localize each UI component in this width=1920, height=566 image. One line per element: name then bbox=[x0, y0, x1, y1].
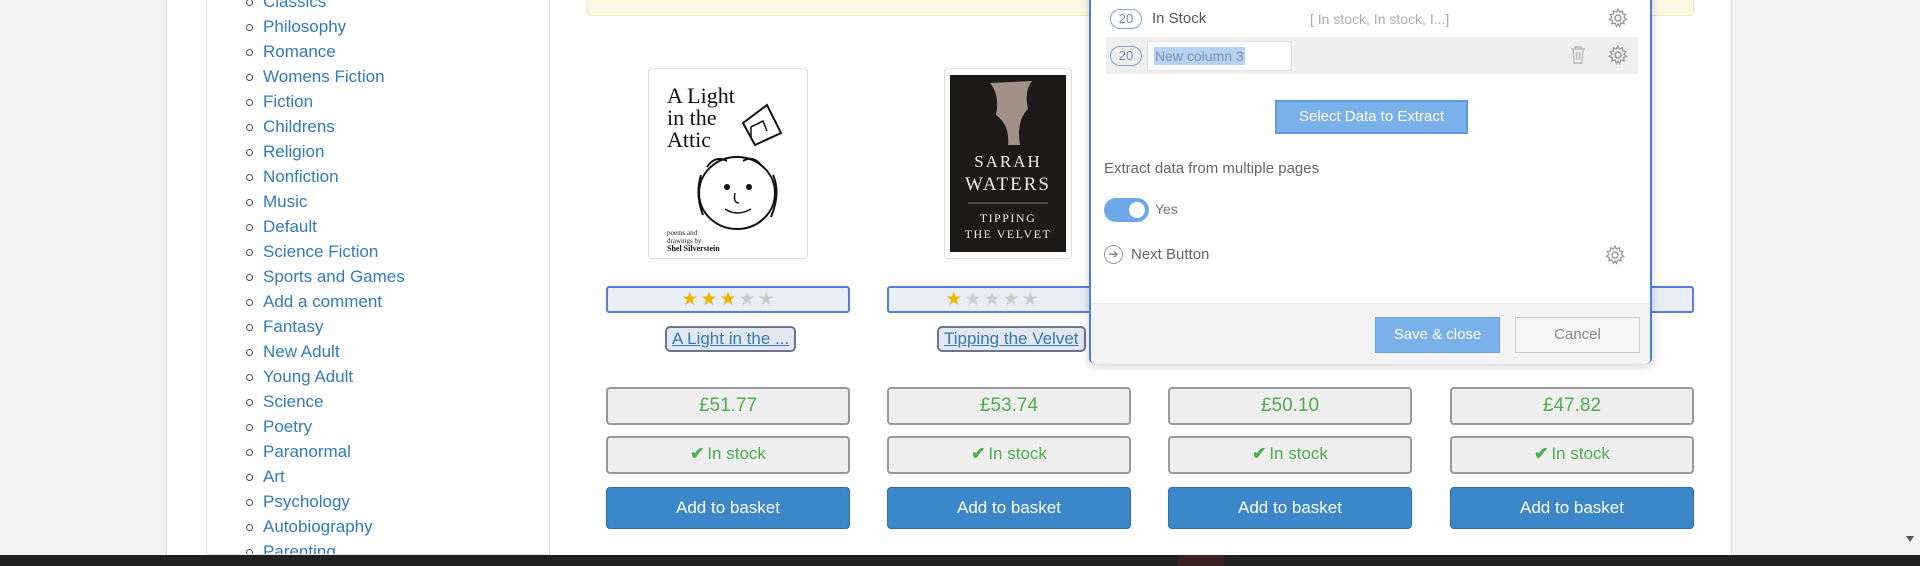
add-to-basket-button[interactable]: Add to basket bbox=[606, 487, 850, 529]
category-link[interactable]: Nonfiction bbox=[245, 164, 405, 189]
cover-author: SARAH bbox=[974, 152, 1042, 171]
cover-title-line: TIPPING bbox=[980, 211, 1037, 225]
category-link[interactable]: Music bbox=[245, 189, 405, 214]
extract-data-dialog: 20 In Stock [ In stock, In stock, I...] … bbox=[1089, 0, 1652, 364]
star-icon: ★ bbox=[945, 289, 963, 310]
taskbar bbox=[0, 555, 1920, 566]
cover-byline: Shel Silverstein bbox=[667, 244, 720, 252]
save-close-button[interactable]: Save & close bbox=[1375, 317, 1500, 353]
trash-icon[interactable] bbox=[1569, 45, 1587, 65]
cover-author: WATERS bbox=[965, 174, 1051, 195]
cover-byline: poems and bbox=[667, 229, 698, 237]
cover-title-line: THE VELVET bbox=[965, 227, 1052, 241]
star-icon: ★ bbox=[681, 289, 699, 310]
category-link[interactable]: Default bbox=[245, 214, 405, 239]
multi-page-label: Extract data from multiple pages bbox=[1104, 160, 1320, 177]
availability-text: In stock bbox=[1269, 444, 1328, 463]
star-icon: ★ bbox=[1002, 289, 1020, 310]
category-link[interactable]: Fiction bbox=[245, 89, 405, 114]
column-count-badge: 20 bbox=[1110, 45, 1142, 66]
check-icon: ✔ bbox=[971, 444, 986, 463]
availability-text: In stock bbox=[1551, 444, 1610, 463]
gear-icon[interactable] bbox=[1605, 245, 1625, 265]
dialog-footer: Save & close Cancel bbox=[1091, 303, 1650, 364]
category-link[interactable]: Poetry bbox=[245, 414, 405, 439]
star-icon: ★ bbox=[983, 289, 1001, 310]
cancel-button[interactable]: Cancel bbox=[1515, 317, 1640, 353]
scroll-down-arrow-icon[interactable] bbox=[1906, 536, 1914, 542]
toggle-knob bbox=[1129, 202, 1145, 218]
column-preview: [ In stock, In stock, I...] bbox=[1310, 10, 1450, 27]
availability: ✔ In stock bbox=[606, 436, 850, 474]
star-icon: ★ bbox=[700, 289, 718, 310]
column-count-badge: 20 bbox=[1110, 8, 1142, 29]
availability: ✔ In stock bbox=[1168, 436, 1412, 474]
category-link[interactable]: Religion bbox=[245, 139, 405, 164]
category-list: Classics Philosophy Romance Womens Ficti… bbox=[245, 0, 405, 554]
category-link[interactable]: New Adult bbox=[245, 339, 405, 364]
availability: ✔ In stock bbox=[887, 436, 1131, 474]
book-cover-art: SARAH WATERS TIPPING THE VELVET bbox=[950, 75, 1066, 252]
price: £53.74 bbox=[887, 387, 1131, 425]
category-link[interactable]: Science Fiction bbox=[245, 239, 405, 264]
check-icon: ✔ bbox=[1534, 444, 1549, 463]
star-icon: ★ bbox=[1021, 289, 1039, 310]
column-name-selected-text: New column 3 bbox=[1154, 46, 1245, 65]
star-rating: ★ ★ ★ ★ ★ bbox=[887, 286, 1097, 313]
price: £51.77 bbox=[606, 387, 850, 425]
category-link[interactable]: Philosophy bbox=[245, 14, 405, 39]
category-link[interactable]: Parenting bbox=[245, 539, 405, 554]
book-cover-art: A Light in the Attic poems and drawings … bbox=[655, 75, 801, 252]
availability-text: In stock bbox=[988, 444, 1047, 463]
taskbar-item[interactable] bbox=[1178, 555, 1224, 566]
star-icon: ★ bbox=[964, 289, 982, 310]
book-title-link[interactable]: A Light in the ... bbox=[665, 326, 797, 352]
add-to-basket-button[interactable]: Add to basket bbox=[1168, 487, 1412, 529]
add-to-basket-button[interactable]: Add to basket bbox=[1450, 487, 1694, 529]
gear-icon[interactable] bbox=[1608, 8, 1628, 28]
book-cover-image[interactable]: SARAH WATERS TIPPING THE VELVET bbox=[944, 68, 1072, 259]
column-name: In Stock bbox=[1152, 10, 1207, 27]
cover-title-line: Attic bbox=[667, 127, 711, 152]
multi-page-toggle[interactable] bbox=[1104, 198, 1149, 222]
next-button-label[interactable]: Next Button bbox=[1131, 246, 1209, 263]
gear-icon[interactable] bbox=[1608, 45, 1628, 65]
category-link[interactable]: Sports and Games bbox=[245, 264, 405, 289]
check-icon: ✔ bbox=[1252, 444, 1267, 463]
category-link[interactable]: Fantasy bbox=[245, 314, 405, 339]
availability: ✔ In stock bbox=[1450, 436, 1694, 474]
category-link[interactable]: Science bbox=[245, 389, 405, 414]
category-link[interactable]: Womens Fiction bbox=[245, 64, 405, 89]
star-icon: ★ bbox=[738, 289, 756, 310]
add-to-basket-button[interactable]: Add to basket bbox=[887, 487, 1131, 529]
price: £47.82 bbox=[1450, 387, 1694, 425]
column-row[interactable]: 20 In Stock [ In stock, In stock, I...] bbox=[1106, 0, 1638, 37]
column-name-input[interactable]: New column 3 bbox=[1147, 40, 1292, 71]
category-link[interactable]: Autobiography bbox=[245, 514, 405, 539]
arrow-right-icon[interactable]: ➔ bbox=[1104, 245, 1123, 264]
category-link[interactable]: Romance bbox=[245, 39, 405, 64]
check-icon: ✔ bbox=[690, 444, 705, 463]
availability-text: In stock bbox=[707, 444, 766, 463]
category-link[interactable]: Paranormal bbox=[245, 439, 405, 464]
column-row[interactable]: 20 New column 3 bbox=[1106, 37, 1638, 74]
price: £50.10 bbox=[1168, 387, 1412, 425]
category-link[interactable]: Classics bbox=[245, 0, 405, 14]
book-title-link[interactable]: Tipping the Velvet bbox=[937, 326, 1086, 352]
star-rating: ★ ★ ★ ★ ★ bbox=[606, 286, 850, 313]
category-link[interactable]: Art bbox=[245, 464, 405, 489]
book-cover-image[interactable]: A Light in the Attic poems and drawings … bbox=[648, 68, 808, 259]
star-icon: ★ bbox=[757, 289, 775, 310]
category-sidebar: Classics Philosophy Romance Womens Ficti… bbox=[206, 0, 550, 555]
category-link[interactable]: Childrens bbox=[245, 114, 405, 139]
toggle-label: Yes bbox=[1155, 201, 1178, 217]
category-link[interactable]: Add a comment bbox=[245, 289, 405, 314]
select-data-button[interactable]: Select Data to Extract bbox=[1275, 100, 1468, 134]
category-link[interactable]: Psychology bbox=[245, 489, 405, 514]
category-link[interactable]: Young Adult bbox=[245, 364, 405, 389]
star-icon: ★ bbox=[719, 289, 737, 310]
